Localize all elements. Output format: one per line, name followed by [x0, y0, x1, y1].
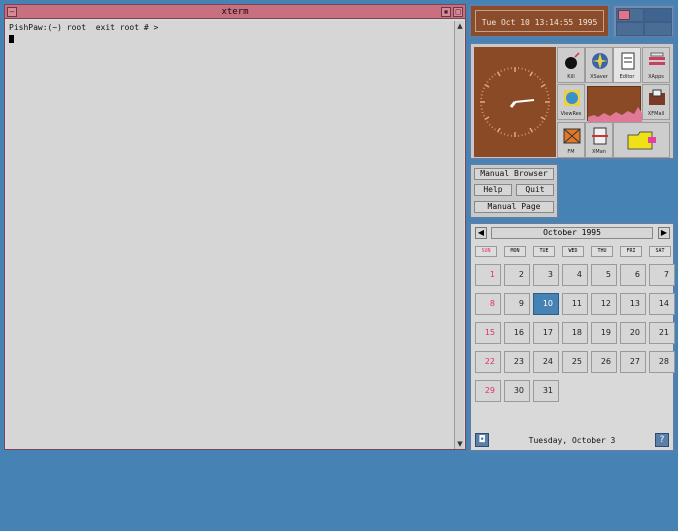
screensaver-icon — [592, 53, 608, 69]
xterm-window[interactable]: – xterm ▪ □ PishPaw:(~) root exit root #… — [4, 4, 466, 450]
day-cell[interactable]: 27 — [620, 351, 646, 373]
bomb-icon — [565, 52, 580, 69]
day-cell[interactable]: 15 — [475, 322, 501, 344]
weekday-header: SAT — [649, 246, 671, 257]
maximize-icon[interactable]: □ — [453, 7, 463, 17]
clock-text: Tue Oct 10 13:14:55 1995 — [475, 10, 604, 32]
weekday-header: FRI — [620, 246, 642, 257]
month-label: October 1995 — [491, 227, 653, 239]
xapps-button[interactable]: XApps — [642, 47, 670, 83]
document-edit-icon — [621, 52, 635, 70]
digital-clock: Tue Oct 10 13:14:55 1995 — [469, 4, 610, 38]
xterm-titlebar[interactable]: – xterm ▪ □ — [5, 5, 465, 19]
manual-browser-button[interactable]: Manual Browser — [474, 168, 554, 180]
day-cell[interactable]: 4 — [562, 264, 588, 286]
text-cursor — [9, 35, 14, 43]
day-cell[interactable]: 22 — [475, 351, 501, 373]
weekday-header: TUE — [533, 246, 555, 257]
editor-button[interactable]: Editor — [613, 47, 641, 83]
day-cell[interactable]: 16 — [504, 322, 530, 344]
xman-button[interactable]: XMan — [585, 122, 613, 158]
prev-month-icon[interactable]: ◀ — [475, 227, 487, 239]
folder-icon — [627, 131, 656, 150]
clock-face-icon — [480, 67, 550, 137]
analog-clock — [474, 47, 556, 157]
day-cell[interactable]: 18 — [562, 322, 588, 344]
day-cell[interactable]: 20 — [620, 322, 646, 344]
folder-button[interactable] — [613, 122, 670, 158]
day-cell[interactable]: 14 — [649, 293, 675, 315]
day-cell[interactable]: 19 — [591, 322, 617, 344]
desktop-pager[interactable] — [612, 4, 675, 38]
minimize-icon[interactable]: ▪ — [441, 7, 451, 17]
viewres-icon — [564, 90, 580, 106]
day-cell[interactable]: 11 — [562, 293, 588, 315]
pager-desk-4[interactable] — [644, 22, 672, 36]
manual-icon — [592, 127, 608, 145]
load-chart — [588, 107, 642, 122]
xfmail-button[interactable]: XFMail — [642, 84, 670, 120]
fm-button[interactable]: FM — [557, 122, 585, 158]
day-cell-today[interactable]: 10 — [533, 293, 559, 315]
day-cell[interactable]: 17 — [533, 322, 559, 344]
day-cell[interactable]: 13 — [620, 293, 646, 315]
day-cell[interactable]: 5 — [591, 264, 617, 286]
xsaver-button[interactable]: XSaver — [585, 47, 613, 83]
day-cell[interactable]: 29 — [475, 380, 501, 402]
calendar-menu-icon[interactable]: ◘ — [475, 433, 489, 447]
load-graph — [587, 86, 642, 122]
window-title: xterm — [221, 7, 249, 17]
day-cell[interactable]: 21 — [649, 322, 675, 344]
day-cell[interactable]: 24 — [533, 351, 559, 373]
calendar-widget: ◀ October 1995 ▶ SUN MON TUE WED THU FRI SAT 1… — [469, 222, 675, 452]
day-cell[interactable]: 26 — [591, 351, 617, 373]
help-icon[interactable]: ? — [655, 433, 669, 447]
day-cell[interactable]: 23 — [504, 351, 530, 373]
tool-panel: Kill XSaver Editor XApps ViewRes XFMail — [469, 42, 675, 160]
day-cell[interactable]: 2 — [504, 264, 530, 286]
terminal-scrollbar[interactable]: ▲ ▼ — [454, 21, 464, 449]
viewres-button[interactable]: ViewRes — [557, 84, 585, 120]
pager-window-xterm — [618, 10, 630, 20]
quit-button[interactable]: Quit — [516, 184, 554, 196]
mail-icon — [649, 89, 665, 105]
day-cell[interactable]: 28 — [649, 351, 675, 373]
day-cell[interactable]: 3 — [533, 264, 559, 286]
scroll-up-icon[interactable]: ▲ — [455, 21, 465, 31]
apps-icon — [649, 52, 665, 65]
day-cell[interactable]: 8 — [475, 293, 501, 315]
weekday-header: MON — [504, 246, 526, 257]
day-cell[interactable]: 31 — [533, 380, 559, 402]
day-cell[interactable]: 30 — [504, 380, 530, 402]
file-manager-icon — [563, 128, 581, 144]
day-cell[interactable]: 6 — [620, 264, 646, 286]
weekday-header: THU — [591, 246, 613, 257]
prompt-line: PishPaw:(~) root exit root # > — [9, 23, 159, 32]
kill-button[interactable]: Kill — [557, 47, 585, 83]
terminal-text-area[interactable]: PishPaw:(~) root exit root # > — [7, 21, 455, 449]
selected-date-text: Tuesday, October 3 — [528, 436, 616, 445]
pager-desk-2[interactable] — [644, 8, 672, 22]
next-month-icon[interactable]: ▶ — [658, 227, 670, 239]
scroll-down-icon[interactable]: ▼ — [455, 439, 465, 449]
weekday-header: WED — [562, 246, 584, 257]
day-cell[interactable]: 1 — [475, 264, 501, 286]
help-button[interactable]: Help — [474, 184, 512, 196]
day-cell[interactable]: 12 — [591, 293, 617, 315]
day-cell[interactable]: 9 — [504, 293, 530, 315]
xman-menu: Manual Browser Help Quit Manual Page — [469, 163, 559, 219]
day-cell[interactable]: 25 — [562, 351, 588, 373]
weekday-header: SUN — [475, 246, 497, 257]
manual-page-button[interactable]: Manual Page — [474, 201, 554, 213]
pager-desk-3[interactable] — [616, 22, 644, 36]
day-cell[interactable]: 7 — [649, 264, 675, 286]
